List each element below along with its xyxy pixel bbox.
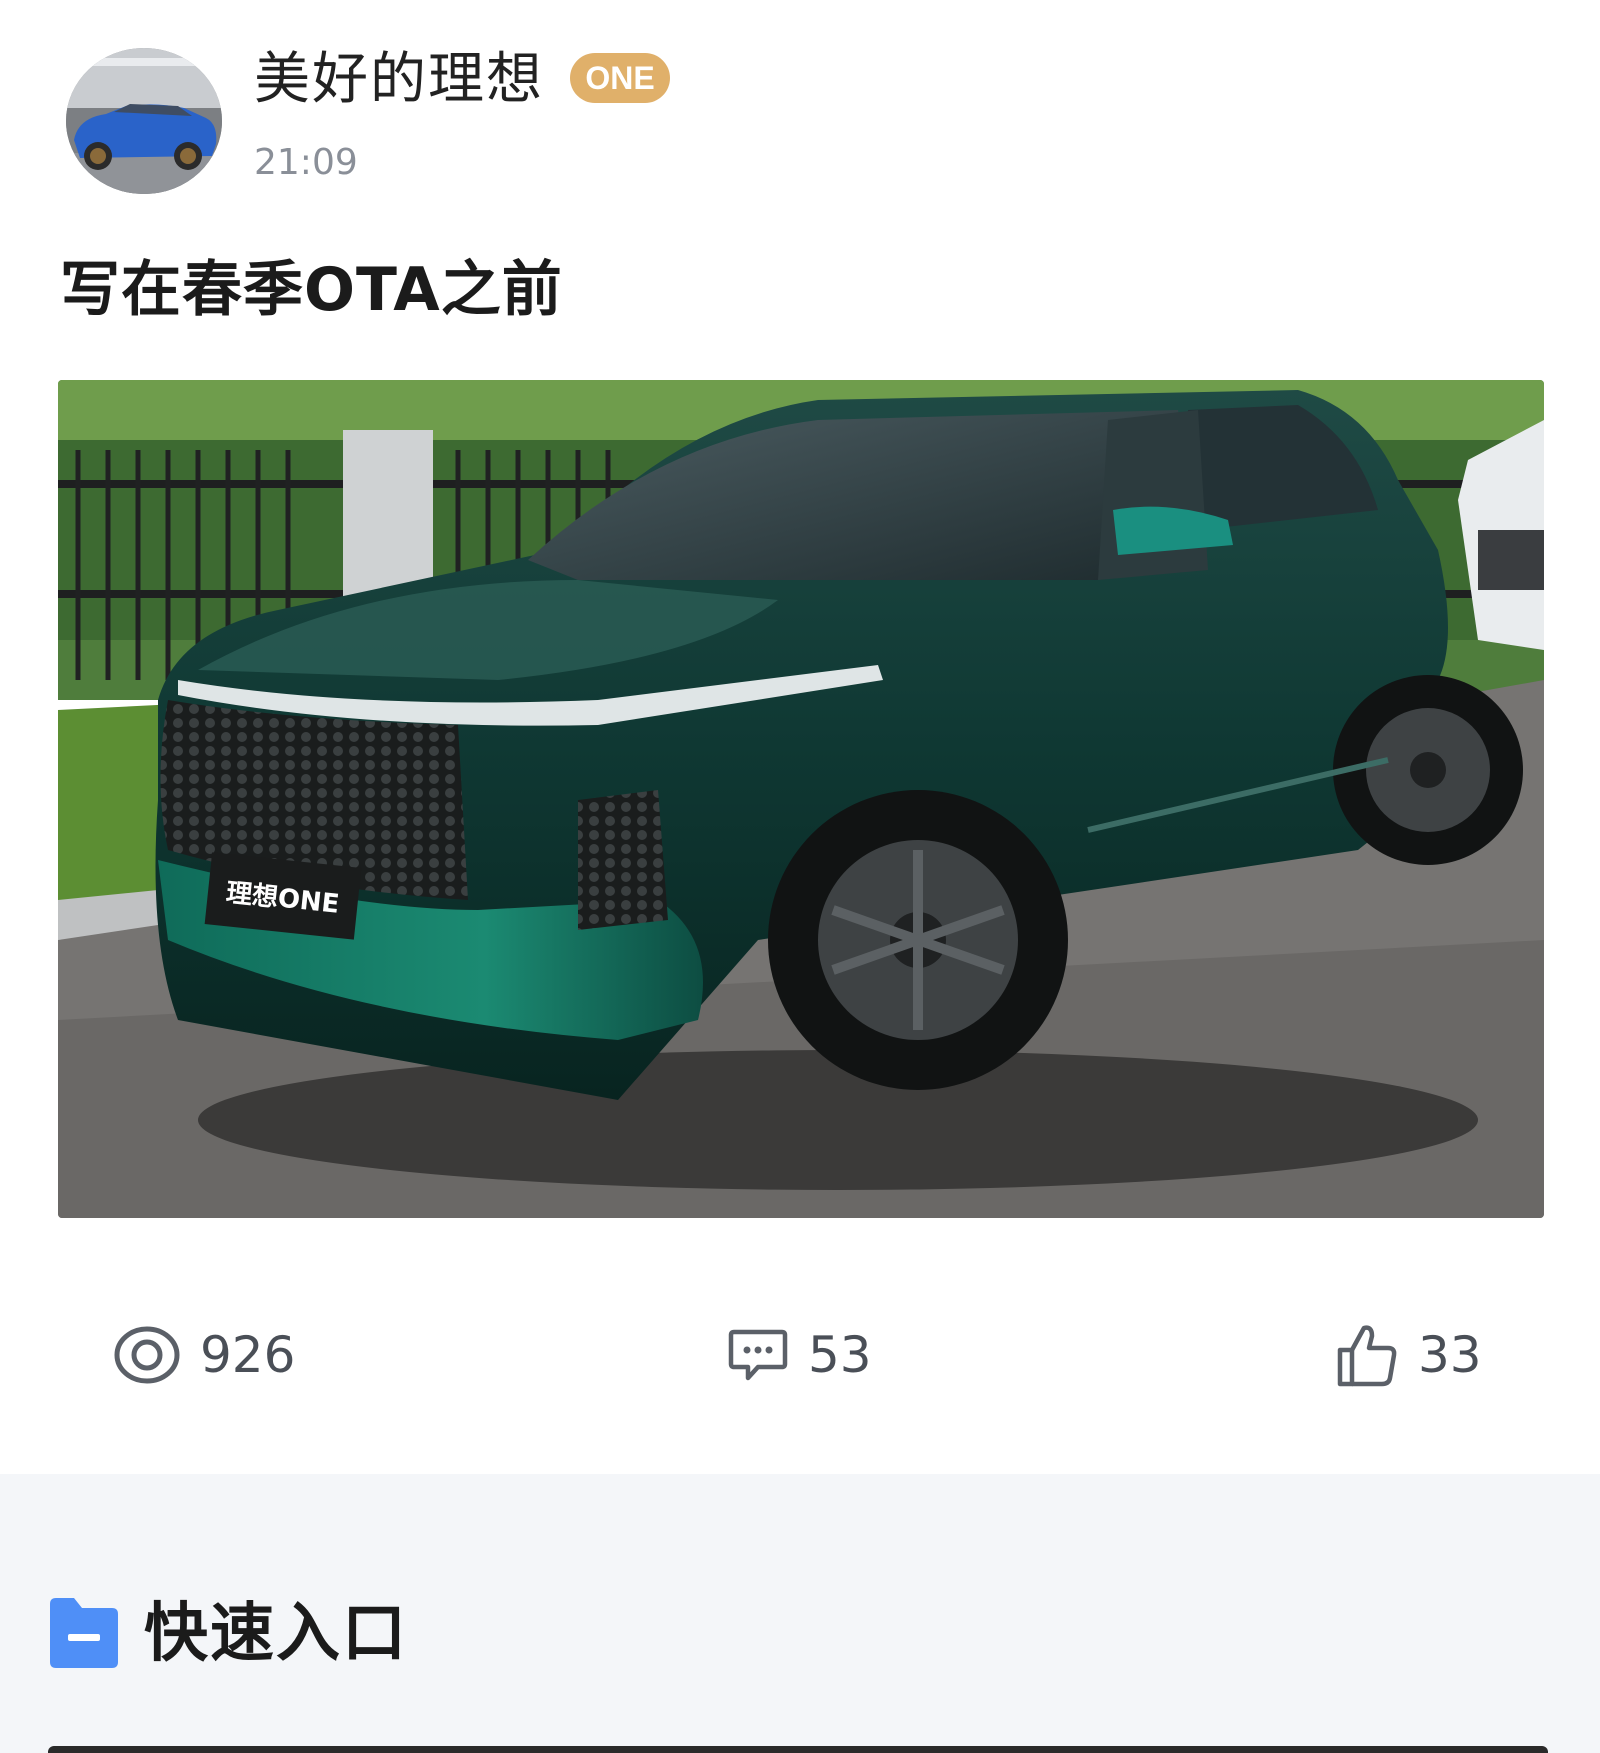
- comment-icon: [728, 1329, 788, 1381]
- car-photo: 理想ONE: [58, 380, 1544, 1218]
- author-name[interactable]: 美好的理想: [254, 44, 544, 116]
- likes-stat[interactable]: 33: [1336, 1315, 1482, 1395]
- avatar-car-image: [66, 48, 222, 194]
- section-title: 快速入口: [144, 1597, 408, 1671]
- post-page: 美好的理想 ONE 21:09 写在春季OTA之前 理想ONE 926 53 3…: [0, 0, 1600, 1753]
- thumbs-up-icon: [1337, 1325, 1397, 1387]
- avatar[interactable]: [66, 48, 222, 194]
- post-time: 21:09: [254, 142, 358, 183]
- folder-icon: [46, 1596, 122, 1674]
- post-image[interactable]: 理想ONE: [58, 380, 1544, 1218]
- bottom-card-edge: [48, 1746, 1548, 1753]
- post-title[interactable]: 写在春季OTA之前: [60, 250, 563, 330]
- author-badge: ONE: [570, 53, 670, 103]
- comments-stat[interactable]: 53: [728, 1315, 872, 1395]
- likes-count: 33: [1418, 1326, 1482, 1384]
- eye-icon: [114, 1326, 180, 1384]
- comments-count: 53: [808, 1326, 872, 1384]
- views-count: 926: [200, 1326, 296, 1384]
- views-stat: 926: [114, 1315, 295, 1395]
